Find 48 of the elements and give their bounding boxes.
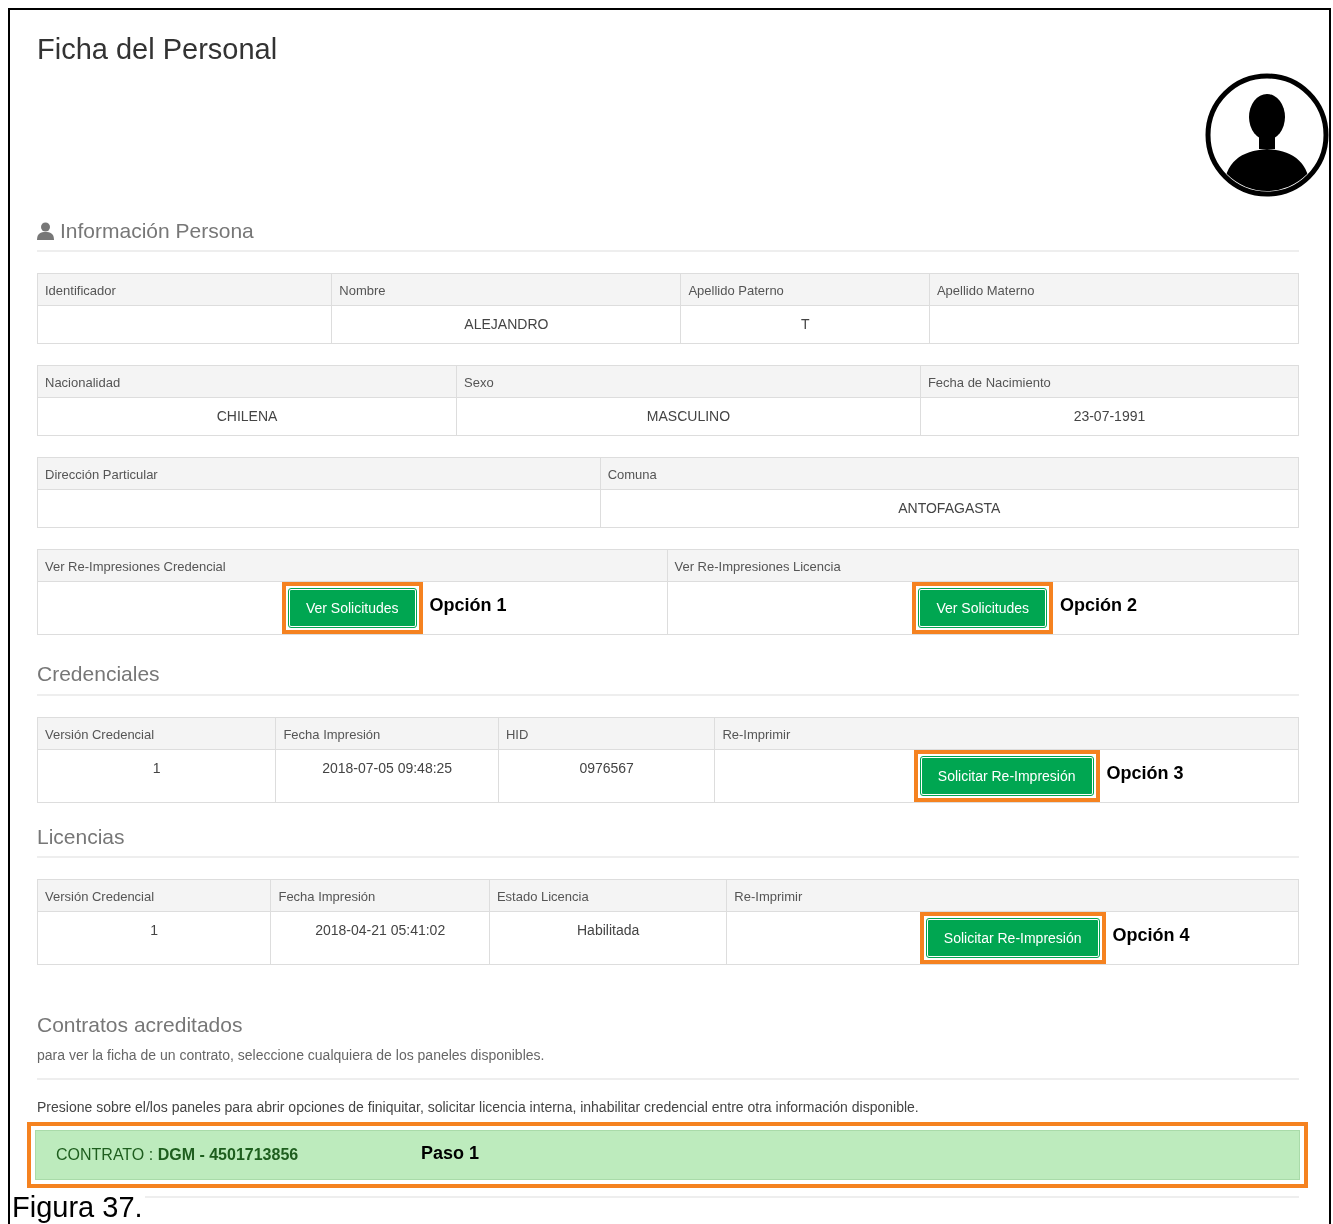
request-button[interactable]: Ver Solicitudes <box>288 589 416 628</box>
column-header: Fecha Impresión <box>271 880 490 913</box>
instruction-text: Presione sobre el/los paneles para abrir opciones de finiquitar, solicitar licencia interna, inhabilitar credencial entre otra información disponible. <box>37 1097 920 1117</box>
table-cell-text: ANTOFAGASTA <box>897 499 1002 519</box>
table-cell: CHILENA <box>38 398 457 436</box>
request-button[interactable]: Solicitar Re-Impresión <box>920 756 1093 795</box>
section-title: Información Persona <box>60 217 254 244</box>
table-cell: MASCULINO <box>457 398 921 436</box>
column-header: Nombre <box>332 274 682 307</box>
annotation-label: Opción 2 <box>1060 594 1138 618</box>
section-title: Licencias <box>37 823 125 850</box>
column-header: Nacionalidad <box>38 366 457 399</box>
page-title: Ficha del Personal <box>37 32 279 67</box>
column-header: Re-Imprimir <box>715 717 1298 750</box>
annotation-label: Paso 1 <box>421 1141 480 1165</box>
column-header: Comuna <box>600 458 1298 491</box>
table-cell: 2018-04-21 05:41:02 <box>271 912 490 965</box>
column-header: Identificador <box>38 274 333 307</box>
column-header: Ver Re-Impresiones Credencial <box>38 550 668 583</box>
column-header: Versión Credencial <box>38 717 277 750</box>
column-header: HID <box>498 717 716 750</box>
table-cell: 2018-07-05 09:48:25 <box>276 749 499 802</box>
table-cell-text: 23-07-1991 <box>1072 407 1147 427</box>
annotation-label: Opción 4 <box>1112 924 1190 948</box>
table-cell: T <box>681 306 930 344</box>
request-button[interactable]: Solicitar Re-Impresión <box>926 919 1099 958</box>
column-header: Apellido Paterno <box>681 274 930 307</box>
section-title: Credenciales <box>37 661 160 688</box>
column-header: Fecha Impresión <box>276 717 499 750</box>
column-header: Fecha de Nacimiento <box>920 366 1298 399</box>
request-button[interactable]: Ver Solicitudes <box>919 589 1047 628</box>
table-cell: 1 <box>38 749 277 802</box>
column-header: Apellido Materno <box>929 274 1298 307</box>
table-cell: Habilitada <box>489 912 728 965</box>
annotation-label: Opción 1 <box>429 594 507 618</box>
column-header: Sexo <box>457 366 921 399</box>
annotation-label: Opción 3 <box>1106 761 1184 785</box>
column-header: Ver Re-Impresiones Licencia <box>667 550 1298 583</box>
section-title: Contratos acreditados <box>37 1012 244 1039</box>
column-header: Dirección Particular <box>38 458 601 491</box>
table-cell: 1 <box>38 912 272 965</box>
table-cell: 0976567 <box>498 749 716 802</box>
column-header: Estado Licencia <box>489 880 728 913</box>
column-header: Re-Imprimir <box>727 880 1298 913</box>
table-cell: ALEJANDRO <box>332 306 682 344</box>
section-subtitle: para ver la ficha de un contrato, seleccione cualquiera de los paneles disponibles. <box>37 1045 546 1065</box>
user-icon <box>37 221 54 240</box>
column-header: Versión Credencial <box>38 880 272 913</box>
